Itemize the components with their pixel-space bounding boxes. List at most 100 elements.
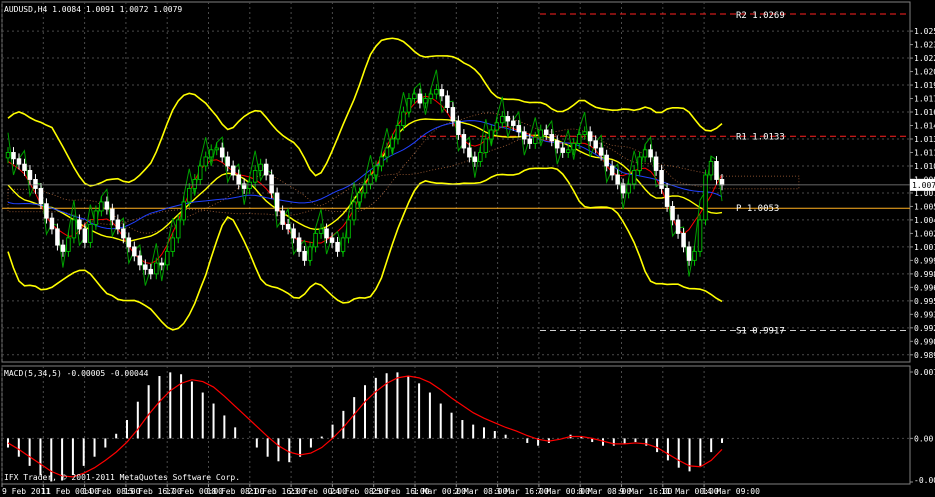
- candle-body: [554, 140, 560, 149]
- candle-body: [412, 93, 417, 99]
- candle-body: [445, 95, 450, 108]
- candle-body: [560, 147, 565, 153]
- candle-body: [714, 161, 719, 180]
- candle-body: [565, 149, 571, 153]
- candle-body: [313, 232, 318, 248]
- candle-body: [373, 165, 379, 176]
- candle-body: [22, 163, 27, 171]
- price-tick-label: 0.9905: [914, 337, 935, 346]
- price-tick-label: 1.0175: [914, 95, 935, 104]
- macd-tick-label: 0.00: [914, 434, 933, 443]
- candle-body: [110, 208, 115, 221]
- candle-body: [439, 89, 445, 97]
- candle-body: [335, 241, 340, 252]
- candle-body: [208, 149, 214, 158]
- symbol-header: AUDUSD,H4 1.0084 1.0091 1.0072 1.0079: [4, 5, 182, 14]
- candle-body: [675, 219, 681, 234]
- candle-body: [494, 122, 500, 131]
- pivot-label: R2 1.0269: [736, 11, 785, 21]
- candle-body: [379, 156, 384, 167]
- candle-body: [434, 89, 439, 95]
- pivot-label: P 1.0053: [736, 204, 779, 214]
- candle-body: [483, 138, 489, 153]
- candle-body: [230, 165, 236, 176]
- candle-body: [609, 165, 615, 176]
- candle-body: [203, 156, 208, 167]
- price-tick-label: 0.9920: [914, 324, 935, 333]
- candle-body: [428, 93, 434, 99]
- candle-body: [604, 154, 609, 167]
- candle-body: [44, 203, 49, 219]
- copyright-text: IFX Trader, © 2001-2011 MetaQuotes Softw…: [4, 473, 240, 482]
- candle-body: [88, 223, 93, 243]
- candle-body: [55, 228, 60, 246]
- pivot-label: S1 0.9917: [736, 327, 785, 337]
- candle-body: [296, 237, 302, 252]
- candle-body: [681, 232, 686, 248]
- moving-average-blue: [7, 120, 723, 230]
- candle-body: [406, 98, 412, 113]
- candle-body: [456, 120, 461, 135]
- candle-body: [324, 228, 329, 239]
- candle-body: [115, 219, 121, 230]
- candle-body: [60, 244, 66, 252]
- candle-body: [214, 147, 219, 151]
- price-tick-label: 0.9965: [914, 283, 935, 292]
- candle-body: [538, 129, 544, 138]
- candle-body: [66, 237, 71, 252]
- candle-body: [593, 140, 598, 149]
- candle-body: [423, 98, 428, 104]
- candle-body: [132, 246, 137, 257]
- candle-body: [615, 174, 620, 185]
- candle-body: [351, 201, 357, 221]
- candle-body: [71, 219, 77, 239]
- candle-body: [417, 93, 423, 104]
- candle-body: [346, 219, 351, 239]
- candle-body: [280, 210, 285, 225]
- candle-body: [181, 201, 187, 221]
- candle-body: [77, 219, 82, 230]
- candle-body: [450, 107, 456, 122]
- candle-body: [318, 228, 324, 234]
- price-tick-label: 1.0250: [914, 27, 935, 36]
- price-tick-label: 0.9980: [914, 270, 935, 279]
- candle-body: [489, 129, 494, 140]
- candle-body: [719, 179, 725, 186]
- candle-body: [302, 250, 307, 261]
- candle-body: [357, 192, 362, 203]
- candle-body: [598, 147, 604, 156]
- bollinger-upper: [7, 37, 723, 187]
- candle-body: [472, 156, 478, 162]
- candle-body: [648, 149, 653, 158]
- candle-body: [703, 174, 708, 221]
- candle-body: [27, 170, 33, 180]
- candle-body: [505, 116, 511, 122]
- candle-body: [104, 201, 110, 210]
- candle-body: [708, 161, 714, 176]
- candle-body: [11, 152, 16, 160]
- candle-body: [263, 163, 269, 176]
- candle-body: [143, 264, 148, 270]
- candle-body: [186, 187, 192, 203]
- price-tick-label: 1.0100: [914, 162, 935, 171]
- candle-body: [516, 125, 522, 133]
- candle-body: [197, 165, 203, 180]
- candle-body: [340, 237, 346, 252]
- pivot-label: R1 1.0133: [736, 132, 785, 142]
- candle-body: [154, 262, 159, 275]
- candle-body: [549, 134, 554, 142]
- candle-body: [582, 131, 587, 135]
- macd-header: MACD(5,34,5) -0.00005 -0.00044: [4, 369, 149, 378]
- price-tick-label: 1.0160: [914, 108, 935, 117]
- candle-body: [252, 170, 258, 183]
- candle-body: [49, 217, 55, 230]
- candlestick-series: [5, 84, 725, 280]
- price-tick-label: 1.0040: [914, 216, 935, 225]
- candle-body: [631, 170, 637, 185]
- candle-body: [697, 219, 703, 252]
- candle-body: [126, 237, 132, 248]
- price-tick-label: 1.0205: [914, 68, 935, 77]
- price-tick-label: 0.9995: [914, 256, 935, 265]
- candle-body: [664, 187, 670, 207]
- candle-body: [461, 134, 467, 149]
